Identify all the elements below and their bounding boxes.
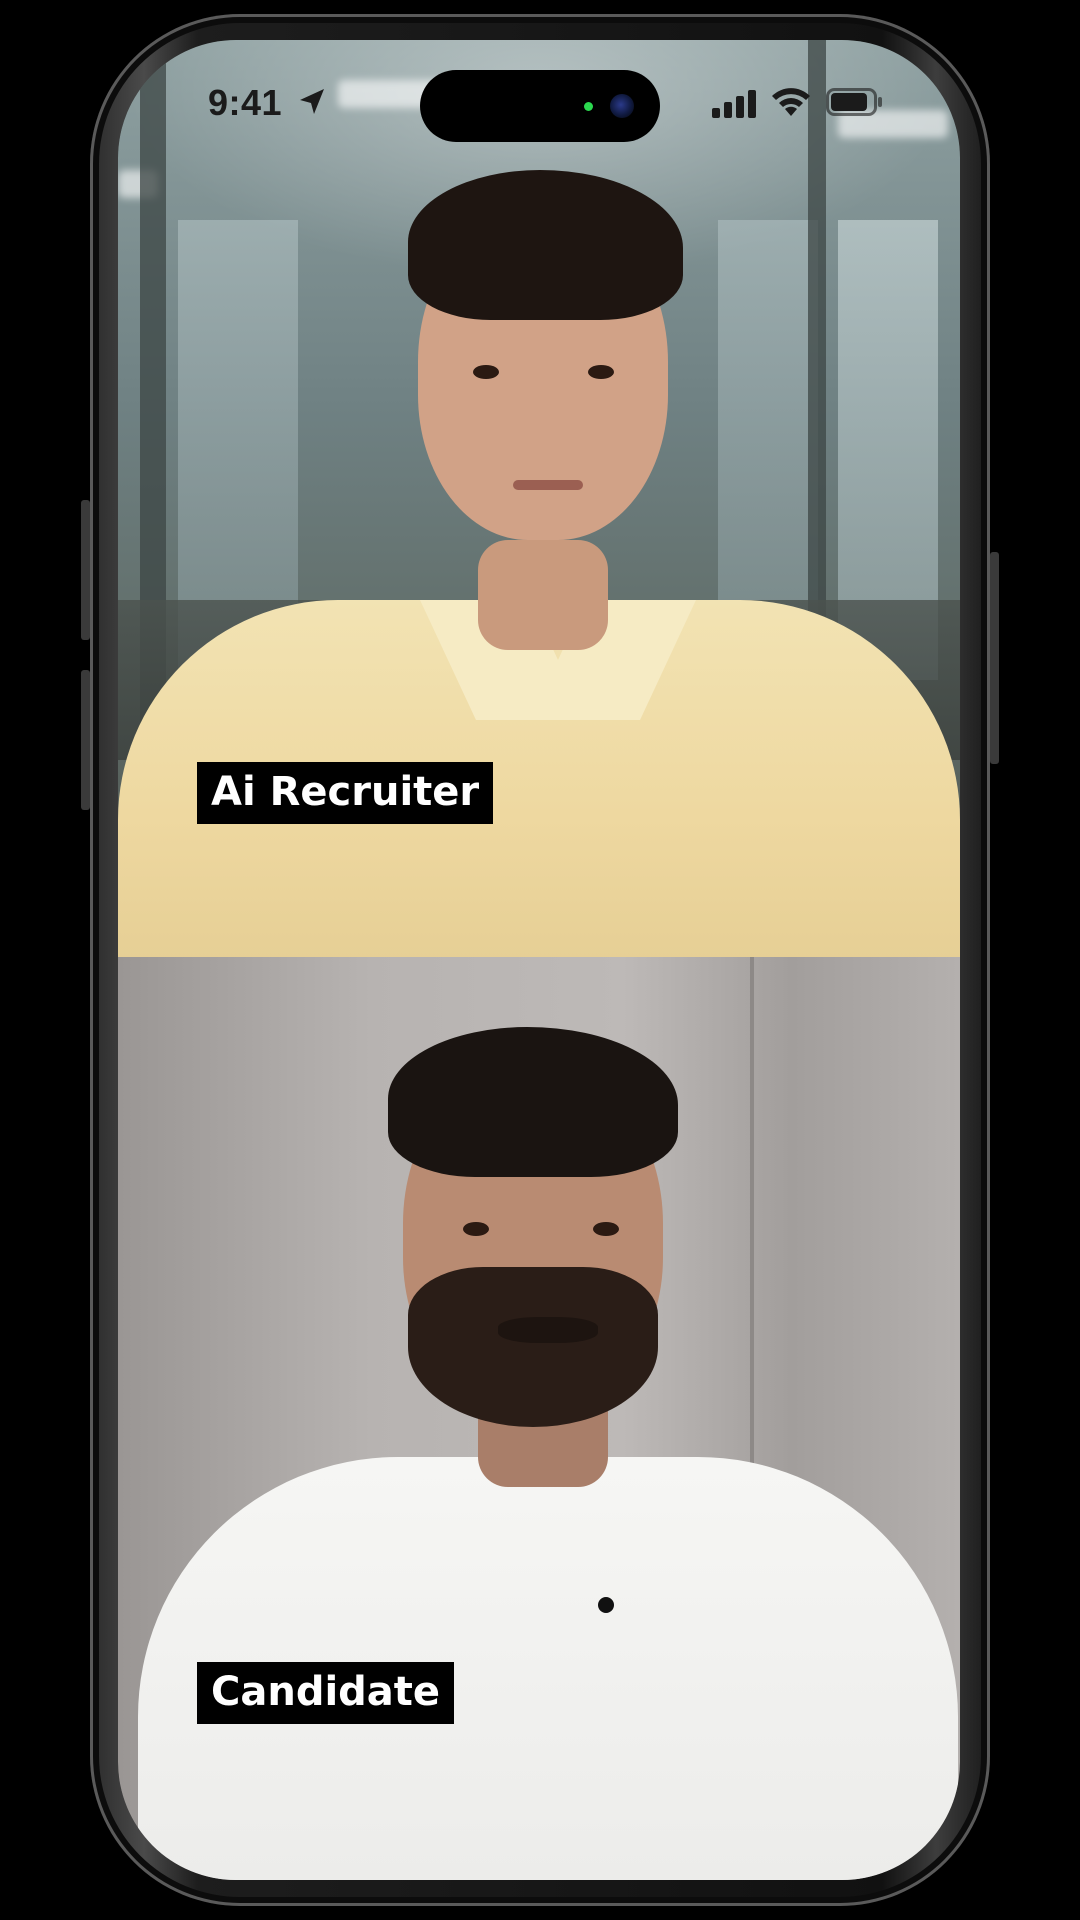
wifi-icon	[772, 88, 810, 116]
candidate-figure	[118, 957, 960, 1880]
camera-in-use-indicator	[584, 102, 593, 111]
lapel-mic	[598, 1597, 614, 1613]
candidate-mustache	[498, 1317, 598, 1343]
action-button	[81, 500, 90, 640]
front-camera	[610, 94, 634, 118]
candidate-beard	[408, 1267, 658, 1427]
status-bar: 9:41	[118, 40, 960, 160]
candidate-video-tile[interactable]	[118, 957, 960, 1880]
phone-screen: Ai Recruiter Candidate 9:41	[118, 40, 960, 1880]
battery-icon	[826, 88, 882, 116]
location-arrow-icon	[300, 89, 324, 114]
recruiter-eye	[588, 365, 614, 379]
recruiter-neck	[478, 540, 608, 650]
recruiter-eye	[473, 365, 499, 379]
candidate-eye	[463, 1222, 489, 1236]
recruiter-hair	[408, 170, 683, 320]
recruiter-mouth	[513, 480, 583, 490]
status-time: 9:41	[208, 82, 283, 123]
dynamic-island	[420, 70, 660, 142]
candidate-hair	[388, 1027, 678, 1177]
candidate-eye	[593, 1222, 619, 1236]
candidate-name-label: Candidate	[197, 1662, 455, 1724]
device-mockup: Ai Recruiter Candidate 9:41	[0, 0, 1080, 1920]
cellular-signal-icon	[712, 90, 756, 118]
recruiter-name-label: Ai Recruiter	[197, 762, 494, 824]
power-button	[990, 552, 999, 764]
volume-button	[81, 670, 90, 810]
